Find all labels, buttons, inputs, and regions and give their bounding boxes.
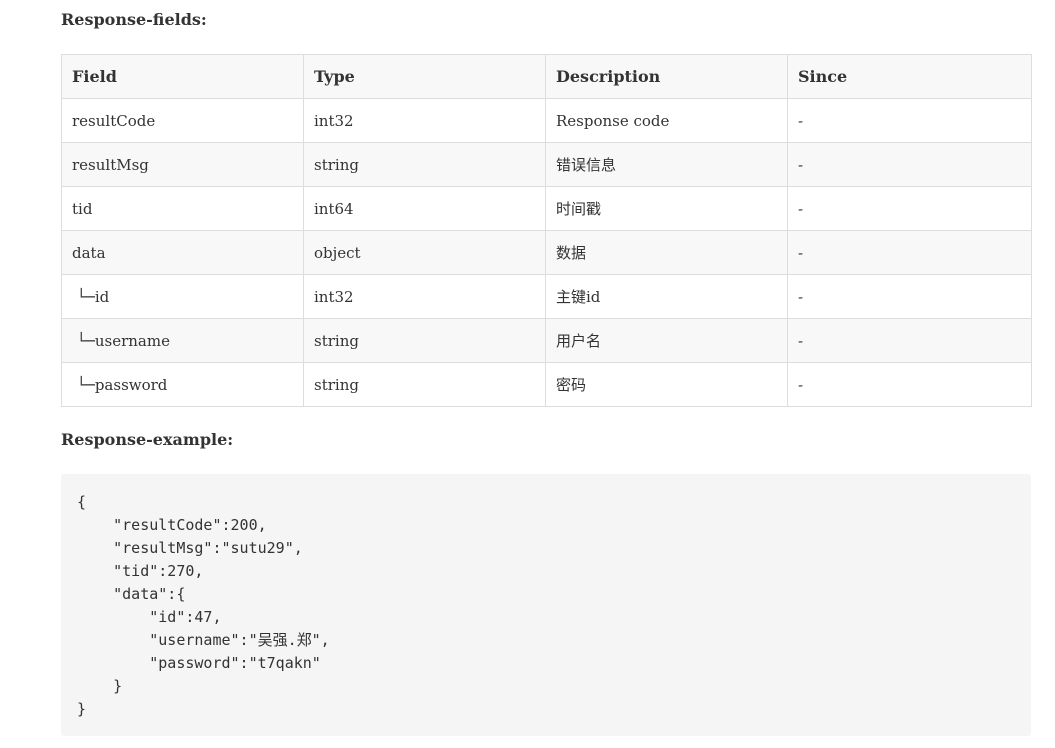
table-row: tid int64 时间戳 - bbox=[61, 186, 1032, 231]
cell-since: - bbox=[787, 318, 1032, 363]
table-row: resultMsg string 错误信息 - bbox=[61, 142, 1032, 187]
response-fields-table: Field Type Description Since resultCode … bbox=[61, 54, 1032, 407]
table-row: └─username string 用户名 - bbox=[61, 318, 1032, 363]
table-row: data object 数据 - bbox=[61, 230, 1032, 275]
response-example-code[interactable]: { "resultCode":200, "resultMsg":"sutu29"… bbox=[77, 491, 1015, 721]
cell-field: └─password bbox=[61, 362, 304, 407]
cell-type: int32 bbox=[303, 274, 546, 319]
cell-since: - bbox=[787, 274, 1032, 319]
cell-field: tid bbox=[61, 186, 304, 231]
cell-field: data bbox=[61, 230, 304, 275]
column-header-description: Description bbox=[545, 54, 788, 99]
cell-type: string bbox=[303, 142, 546, 187]
cell-type: int64 bbox=[303, 186, 546, 231]
cell-since: - bbox=[787, 362, 1032, 407]
cell-type: string bbox=[303, 318, 546, 363]
cell-field: resultMsg bbox=[61, 142, 304, 187]
table-row: resultCode int32 Response code - bbox=[61, 98, 1032, 143]
column-header-field: Field bbox=[61, 54, 304, 99]
response-fields-heading: Response-fields: bbox=[61, 10, 207, 29]
cell-field: └─username bbox=[61, 318, 304, 363]
table-row: └─password string 密码 - bbox=[61, 362, 1032, 407]
cell-field: resultCode bbox=[61, 98, 304, 143]
cell-type: int32 bbox=[303, 98, 546, 143]
table-header-row: Field Type Description Since bbox=[61, 54, 1032, 99]
cell-description: 用户名 bbox=[545, 318, 788, 363]
cell-since: - bbox=[787, 98, 1032, 143]
cell-since: - bbox=[787, 142, 1032, 187]
cell-description: 错误信息 bbox=[545, 142, 788, 187]
column-header-type: Type bbox=[303, 54, 546, 99]
cell-description: 时间戳 bbox=[545, 186, 788, 231]
cell-description: 数据 bbox=[545, 230, 788, 275]
cell-description: 主键id bbox=[545, 274, 788, 319]
cell-since: - bbox=[787, 230, 1032, 275]
cell-since: - bbox=[787, 186, 1032, 231]
cell-field: └─id bbox=[61, 274, 304, 319]
table-row: └─id int32 主键id - bbox=[61, 274, 1032, 319]
column-header-since: Since bbox=[787, 54, 1032, 99]
response-example-code-block[interactable]: { "resultCode":200, "resultMsg":"sutu29"… bbox=[61, 474, 1031, 736]
cell-description: Response code bbox=[545, 98, 788, 143]
cell-type: object bbox=[303, 230, 546, 275]
response-example-heading: Response-example: bbox=[61, 430, 234, 449]
cell-description: 密码 bbox=[545, 362, 788, 407]
cell-type: string bbox=[303, 362, 546, 407]
